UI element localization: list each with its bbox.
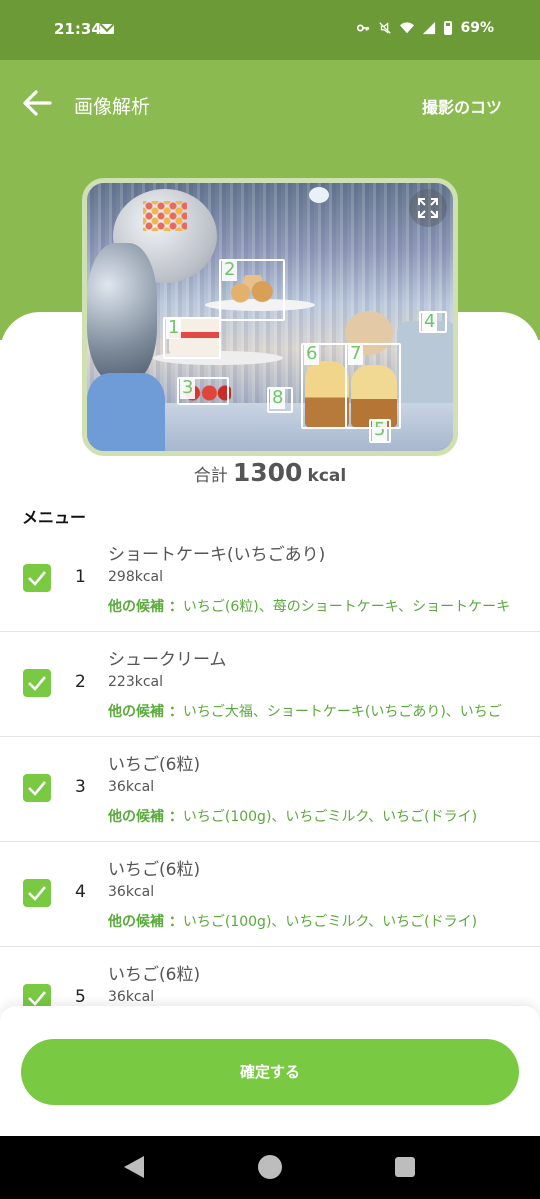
menu-heading: メニュー — [22, 508, 87, 527]
detection-box[interactable]: 8 — [267, 387, 293, 413]
item-index: 5 — [75, 987, 86, 1007]
nav-back-icon[interactable] — [124, 1156, 144, 1178]
expand-photo-button[interactable] — [409, 189, 447, 227]
detection-box[interactable]: 6 — [301, 343, 347, 429]
menu-item[interactable]: 1 ショートケーキ(いちごあり) 298kcal 他の候補 ：いちご(6粒)、苺… — [0, 526, 540, 632]
item-checkbox[interactable] — [23, 564, 51, 592]
item-checkbox[interactable] — [23, 879, 51, 907]
total-label: 合計 — [193, 466, 228, 486]
checkmark-icon — [28, 571, 46, 586]
page-title: 画像解析 — [74, 96, 151, 118]
item-checkbox[interactable] — [23, 774, 51, 802]
detection-box[interactable]: 2 — [219, 259, 285, 321]
checkmark-icon — [28, 676, 46, 691]
nav-home-icon[interactable] — [258, 1155, 282, 1179]
flower-bouquet — [87, 243, 157, 383]
status-time: 21:34 — [54, 20, 102, 38]
item-kcal: 36kcal — [108, 884, 155, 900]
total-unit: kcal — [307, 466, 347, 486]
item-name: いちご(6粒) — [108, 860, 201, 880]
checkmark-icon — [28, 781, 46, 796]
mute-icon — [379, 22, 392, 34]
status-bar: 21:34 69% — [0, 0, 540, 60]
vpn-key-icon — [357, 24, 370, 32]
toy-sofa — [397, 321, 453, 411]
item-kcal: 223kcal — [108, 674, 163, 690]
item-name: ショートケーキ(いちごあり) — [108, 545, 326, 565]
item-kcal: 36kcal — [108, 779, 155, 795]
wifi-icon — [400, 22, 415, 34]
item-kcal: 36kcal — [108, 989, 155, 1005]
detection-box[interactable]: 4 — [419, 311, 447, 333]
item-candidates[interactable]: 他の候補 ：いちご(6粒)、苺のショートケーキ、ショートケーキ — [108, 596, 518, 616]
item-index: 3 — [75, 777, 86, 797]
blue-decoration — [87, 373, 165, 451]
item-name: いちご(6粒) — [108, 965, 201, 985]
battery-icon — [444, 21, 453, 35]
menu-item[interactable]: 4 いちご(6粒) 36kcal 他の候補 ：いちご(100g)、いちごミルク、… — [0, 841, 540, 947]
item-index: 1 — [75, 567, 86, 587]
mail-icon — [100, 24, 114, 34]
photo-tips-link[interactable]: 撮影のコツ — [422, 94, 502, 118]
confirm-button[interactable]: 確定する — [21, 1039, 519, 1105]
item-candidates[interactable]: 他の候補 ：いちご大福、ショートケーキ(いちごあり)、いちご — [108, 701, 518, 721]
item-checkbox[interactable] — [23, 669, 51, 697]
heart-balloon — [309, 187, 329, 203]
nav-recents-icon[interactable] — [395, 1157, 415, 1177]
item-index: 2 — [75, 672, 86, 692]
detection-box[interactable]: 7 — [345, 343, 401, 429]
checkmark-icon — [28, 991, 46, 1006]
analyzed-photo: 1 2 3 4 5 6 7 8 — [82, 178, 458, 456]
expand-icon — [418, 198, 438, 218]
system-nav-bar — [0, 1136, 540, 1199]
item-kcal: 298kcal — [108, 569, 163, 585]
back-arrow-icon[interactable] — [20, 86, 54, 120]
item-candidates[interactable]: 他の候補 ：いちご(100g)、いちごミルク、いちご(ドライ) — [108, 806, 518, 826]
menu-item[interactable]: 2 シュークリーム 223kcal 他の候補 ：いちご大福、ショートケーキ(いち… — [0, 631, 540, 737]
item-name: いちご(6粒) — [108, 755, 201, 775]
menu-item[interactable]: 3 いちご(6粒) 36kcal 他の候補 ：いちご(100g)、いちごミルク、… — [0, 736, 540, 842]
detection-box[interactable]: 1 — [163, 317, 221, 359]
status-icons: 69% — [356, 20, 494, 36]
item-index: 4 — [75, 882, 86, 902]
item-candidates[interactable]: 他の候補 ：いちご(100g)、いちごミルク、いちご(ドライ) — [108, 911, 518, 931]
bottom-action-bar: 確定する — [0, 1006, 540, 1136]
signal-icon — [423, 21, 436, 35]
total-calories: 合計 1300 kcal — [0, 458, 540, 487]
detection-box[interactable]: 3 — [177, 377, 229, 405]
battery-percent: 69% — [460, 20, 494, 36]
total-value: 1300 — [232, 458, 303, 487]
checkmark-icon — [28, 886, 46, 901]
item-name: シュークリーム — [108, 650, 227, 670]
